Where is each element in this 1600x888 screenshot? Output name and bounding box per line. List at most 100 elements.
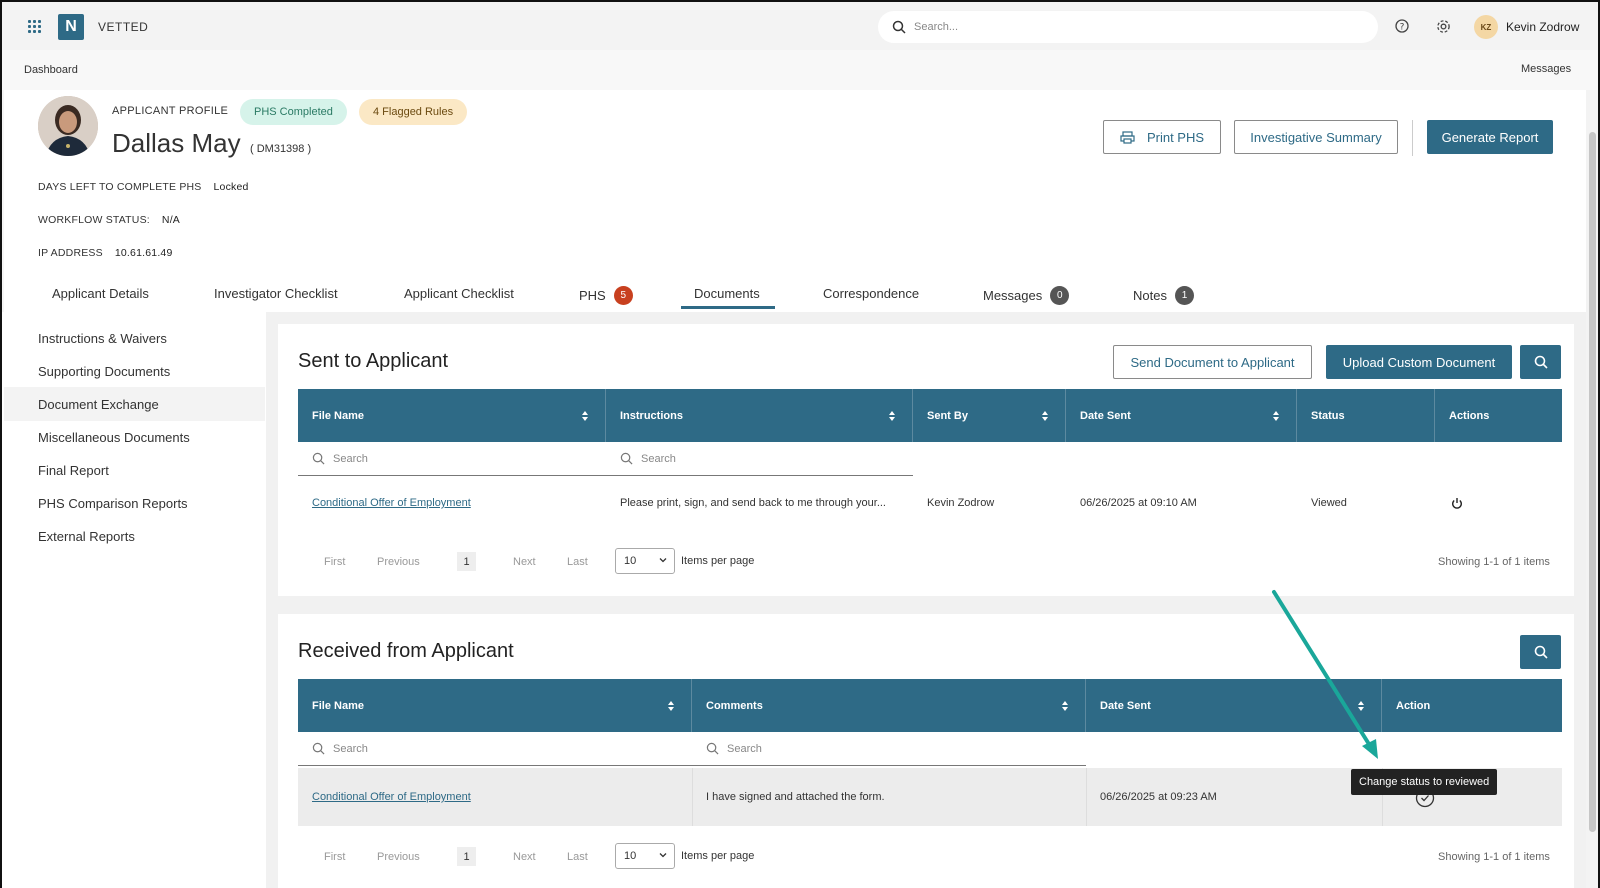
annotation-arrow	[1272, 590, 1378, 759]
pager-last[interactable]: Last	[567, 556, 588, 568]
sort-icon[interactable]	[1041, 410, 1049, 422]
pager-page-current[interactable]: 1	[457, 847, 476, 866]
tab-applicant-checklist[interactable]: Applicant Checklist	[404, 286, 514, 301]
sidebar-item-final-report[interactable]: Final Report	[38, 463, 109, 478]
svg-text:?: ?	[1400, 23, 1405, 33]
pager-last[interactable]: Last	[567, 851, 588, 863]
sort-icon[interactable]	[581, 410, 589, 422]
comments-filter-input[interactable]: Search	[692, 732, 1086, 766]
global-search-input[interactable]: Search...	[878, 11, 1378, 43]
help-icon[interactable]: ?	[1395, 19, 1409, 33]
sidebar-item-phs-comparison-reports[interactable]: PHS Comparison Reports	[38, 496, 188, 511]
sort-icon[interactable]	[1061, 700, 1069, 712]
sent-by-cell: Kevin Zodrow	[927, 497, 995, 509]
print-phs-label: Print PHS	[1146, 129, 1205, 145]
scrollbar-thumb[interactable]	[1589, 132, 1596, 832]
tab-documents[interactable]: Documents	[694, 286, 760, 301]
col-label: Instructions	[620, 409, 683, 422]
file-name-filter-input[interactable]: Search	[298, 442, 606, 476]
tab-notes[interactable]: Notes 1	[1133, 286, 1194, 305]
sent-search-button[interactable]	[1520, 345, 1561, 379]
tab-label: Applicant Checklist	[404, 286, 514, 301]
messages-link[interactable]: Messages	[1521, 63, 1571, 75]
pager-previous[interactable]: Previous	[377, 556, 420, 568]
sent-table-header: File Name Instructions Sent By Date Sent…	[298, 389, 1562, 442]
print-phs-button[interactable]: Print PHS	[1103, 120, 1221, 154]
active-tab-indicator	[681, 306, 775, 309]
tab-label: PHS	[579, 288, 606, 303]
sort-icon[interactable]	[667, 700, 675, 712]
filter-placeholder: Search	[333, 452, 368, 465]
pager-page-current[interactable]: 1	[457, 552, 476, 571]
sort-icon[interactable]	[888, 410, 896, 422]
gear-icon[interactable]	[1436, 19, 1451, 34]
received-search-button[interactable]	[1520, 635, 1561, 669]
showing-count: Showing 1-1 of 1 items	[1438, 851, 1550, 863]
pager-previous[interactable]: Previous	[377, 851, 420, 863]
breadcrumb-dashboard[interactable]: Dashboard	[24, 64, 78, 76]
sidebar-item-document-exchange[interactable]: Document Exchange	[38, 397, 159, 412]
search-icon	[312, 452, 325, 465]
col-label: Sent By	[927, 409, 968, 422]
power-icon[interactable]	[1451, 497, 1463, 510]
col-label: Date Sent	[1100, 699, 1151, 712]
items-per-page-select[interactable]: 10	[615, 843, 675, 869]
file-name-filter-input[interactable]: Search	[298, 732, 692, 766]
items-per-page-value: 10	[624, 850, 637, 862]
pager-first[interactable]: First	[324, 556, 345, 568]
tab-correspondence[interactable]: Correspondence	[823, 286, 919, 301]
investigative-summary-button[interactable]: Investigative Summary	[1234, 120, 1398, 154]
upload-custom-document-button[interactable]: Upload Custom Document	[1326, 345, 1512, 379]
search-icon	[892, 20, 906, 34]
send-document-button[interactable]: Send Document to Applicant	[1113, 345, 1312, 379]
breadcrumb-bar	[2, 50, 1598, 90]
col-comments[interactable]: Comments	[692, 679, 1086, 732]
ip-address-label: IP ADDRESS	[38, 247, 103, 259]
received-comments-cell: I have signed and attached the form.	[706, 791, 885, 803]
column-divider	[1086, 768, 1087, 826]
tab-label: Investigator Checklist	[214, 286, 338, 301]
pager-next[interactable]: Next	[513, 556, 536, 568]
sidebar-item-external-reports[interactable]: External Reports	[38, 529, 135, 544]
tab-phs[interactable]: PHS 5	[579, 286, 633, 305]
sent-section-title: Sent to Applicant	[298, 350, 449, 372]
pager-next[interactable]: Next	[513, 851, 536, 863]
days-left-label: DAYS LEFT TO COMPLETE PHS	[38, 181, 202, 193]
tab-label: Documents	[694, 286, 760, 301]
items-per-page-select[interactable]: 10	[615, 548, 675, 574]
column-divider	[692, 768, 693, 826]
user-avatar[interactable]: KZ	[1474, 15, 1498, 39]
applicant-profile-label: APPLICANT PROFILE	[112, 105, 229, 117]
received-section-title: Received from Applicant	[298, 640, 514, 662]
sidebar-item-instructions-waivers[interactable]: Instructions & Waivers	[38, 331, 167, 346]
pager-first[interactable]: First	[324, 851, 345, 863]
instructions-filter-input[interactable]: Search	[606, 442, 913, 476]
received-date-cell: 06/26/2025 at 09:23 AM	[1100, 791, 1217, 803]
applicant-name: Dallas May	[112, 128, 241, 158]
flagged-rules-badge[interactable]: 4 Flagged Rules	[359, 99, 468, 125]
col-actions: Actions	[1435, 389, 1562, 442]
tab-applicant-details[interactable]: Applicant Details	[52, 286, 149, 301]
sort-icon[interactable]	[1272, 410, 1280, 422]
col-date-sent[interactable]: Date Sent	[1066, 389, 1297, 442]
sent-file-link[interactable]: Conditional Offer of Employment	[312, 497, 471, 509]
ip-address-value: 10.61.61.49	[114, 247, 173, 259]
user-name[interactable]: Kevin Zodrow	[1506, 20, 1579, 34]
tab-investigator-checklist[interactable]: Investigator Checklist	[214, 286, 338, 301]
sidebar-item-supporting-documents[interactable]: Supporting Documents	[38, 364, 170, 379]
col-label: Comments	[706, 699, 763, 712]
tab-label: Applicant Details	[52, 286, 149, 301]
showing-count: Showing 1-1 of 1 items	[1438, 556, 1550, 568]
app-grid-icon[interactable]	[28, 20, 41, 33]
col-sent-by[interactable]: Sent By	[913, 389, 1066, 442]
col-file-name[interactable]: File Name	[298, 679, 692, 732]
sent-status-cell: Viewed	[1311, 497, 1347, 509]
sidebar-item-miscellaneous-documents[interactable]: Miscellaneous Documents	[38, 430, 190, 445]
col-label: Date Sent	[1080, 409, 1131, 422]
col-file-name[interactable]: File Name	[298, 389, 606, 442]
col-instructions[interactable]: Instructions	[606, 389, 913, 442]
received-file-link[interactable]: Conditional Offer of Employment	[312, 791, 471, 803]
generate-report-button[interactable]: Generate Report	[1427, 120, 1553, 154]
sent-date-cell: 06/26/2025 at 09:10 AM	[1080, 497, 1197, 509]
tab-messages[interactable]: Messages 0	[983, 286, 1070, 305]
